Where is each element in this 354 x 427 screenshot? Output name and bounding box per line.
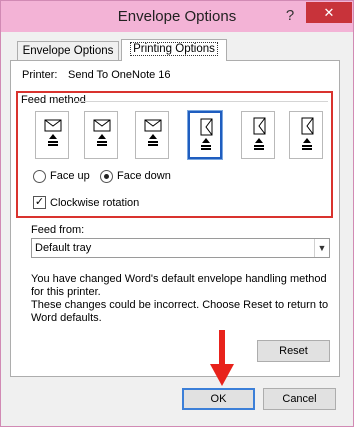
- printer-label: Printer:: [22, 69, 58, 81]
- feed-vertical-left-icon: [200, 118, 213, 150]
- feed-option-3[interactable]: [135, 111, 169, 159]
- feed-from-label: Feed from:: [31, 224, 85, 236]
- tab-printing-options[interactable]: Printing Options: [121, 39, 227, 61]
- feed-from-select[interactable]: Default tray ▼: [31, 238, 330, 258]
- feed-option-5[interactable]: [241, 111, 275, 159]
- tab-envelope-options[interactable]: Envelope Options: [17, 41, 119, 61]
- face-down-radio[interactable]: [100, 170, 113, 183]
- chevron-down-icon[interactable]: ▼: [314, 239, 329, 257]
- clockwise-rotation-checkbox[interactable]: ✓: [33, 196, 46, 209]
- clockwise-rotation-label: Clockwise rotation: [50, 197, 140, 209]
- title-bar: Envelope Options ? ✕: [1, 1, 353, 32]
- feed-option-2[interactable]: [84, 111, 118, 159]
- feed-option-6[interactable]: [289, 111, 323, 159]
- dialog-title: Envelope Options: [117, 8, 237, 25]
- reset-button[interactable]: Reset: [257, 340, 330, 362]
- feed-method-title: Feed method: [21, 94, 86, 106]
- printer-value: Send To OneNote 16: [68, 69, 171, 81]
- cancel-button[interactable]: Cancel: [263, 388, 336, 410]
- feed-horizontal-left-icon: [44, 119, 62, 146]
- group-divider: [73, 101, 328, 102]
- feed-from-value: Default tray: [35, 242, 92, 254]
- feed-option-4[interactable]: [187, 110, 223, 160]
- feed-horizontal-center-icon: [93, 119, 111, 146]
- ok-button[interactable]: OK: [182, 388, 255, 410]
- close-button[interactable]: ✕: [306, 2, 352, 23]
- face-down-label: Face down: [117, 170, 171, 182]
- info-line-2: These changes could be incorrect. Choose…: [31, 299, 329, 324]
- feed-vertical-right-icon: [301, 117, 314, 150]
- tab-label: Printing Options: [130, 42, 218, 56]
- red-arrow-annotation: [210, 330, 234, 386]
- tab-label: Envelope Options: [22, 45, 114, 57]
- feed-horizontal-right-icon: [144, 119, 162, 146]
- info-line-1: You have changed Word's default envelope…: [31, 273, 327, 298]
- feed-vertical-center-icon: [253, 117, 266, 150]
- face-up-radio[interactable]: [33, 170, 46, 183]
- face-up-label: Face up: [50, 170, 90, 182]
- help-icon[interactable]: ?: [282, 7, 298, 25]
- info-message: You have changed Word's default envelope…: [31, 273, 331, 325]
- feed-option-1[interactable]: [35, 111, 69, 159]
